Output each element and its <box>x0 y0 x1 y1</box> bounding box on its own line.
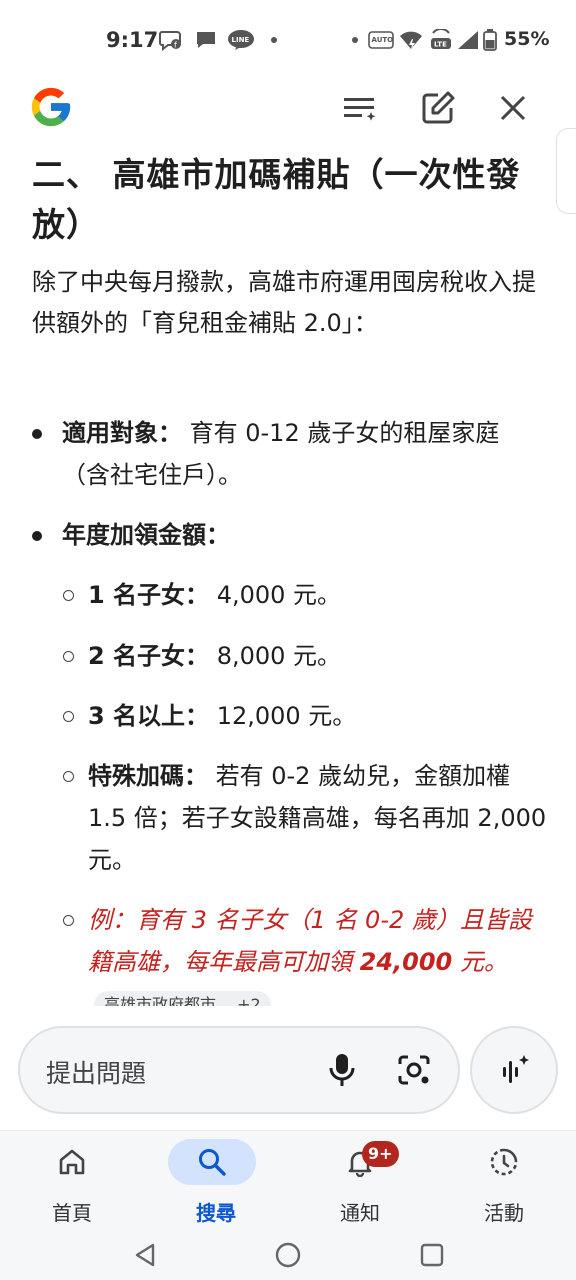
status-bar: 9:17 f LINE AUTO LTE 55% <box>0 0 576 80</box>
activity-icon <box>476 1139 532 1185</box>
ask-input[interactable]: 提出問題 <box>18 1026 460 1114</box>
svg-text:AUTO: AUTO <box>372 36 394 44</box>
sub-item-label: 特殊加碼： <box>88 762 208 790</box>
bullet-label: 年度加領金額： <box>62 521 230 549</box>
nav-label: 通知 <box>340 1201 380 1225</box>
notification-dot <box>271 37 277 43</box>
ask-placeholder: 提出問題 <box>46 1059 147 1088</box>
lens-camera-icon[interactable] <box>394 1050 434 1090</box>
mic-icon[interactable] <box>322 1050 362 1090</box>
nav-home[interactable]: 首頁 <box>12 1131 132 1235</box>
system-nav-bar <box>0 1234 576 1280</box>
live-voice-icon[interactable] <box>470 1026 558 1114</box>
nav-label: 活動 <box>484 1201 524 1225</box>
section-heading: 二、 高雄市加碼補貼（一次性發放） <box>32 155 521 244</box>
chat-bubble-icon <box>194 29 218 51</box>
chat-bubble-f-icon: f <box>158 29 184 51</box>
svg-text:f: f <box>174 41 177 50</box>
bullet-annual-amount: 年度加領金額： <box>32 514 540 556</box>
bullet-eligibility: 適用對象： 育有 0-12 歲子女的租屋家庭（含社宅住戶）。 <box>32 412 540 496</box>
line-app-icon: LINE <box>226 29 256 51</box>
back-icon[interactable] <box>128 1238 162 1272</box>
source-name: 高雄市政府都市… <box>104 995 233 1006</box>
svg-text:LINE: LINE <box>232 36 250 44</box>
sub-item-two-children: 2 名子女： 8,000 元。 <box>63 635 548 677</box>
sub-item-text: 8,000 元。 <box>209 642 342 670</box>
sub-item-label: 3 名以上： <box>88 702 210 730</box>
nav-label: 搜尋 <box>196 1201 236 1225</box>
source-count: +2 <box>237 995 261 1006</box>
nav-label: 首頁 <box>52 1201 92 1225</box>
answer-content: 二、 高雄市加碼補貼（一次性發放） 除了中央每月撥款，高雄市府運用囤房稅收入提供… <box>0 140 576 1006</box>
notification-badge: 9+ <box>362 1141 399 1167</box>
status-time: 9:17 <box>106 28 159 52</box>
sub-item-one-child: 1 名子女： 4,000 元。 <box>63 574 548 616</box>
home-icon <box>44 1139 100 1185</box>
example-amount: 24,000 <box>359 948 453 976</box>
close-icon[interactable] <box>493 88 533 128</box>
search-icon <box>168 1139 256 1185</box>
svg-text:LTE: LTE <box>434 41 447 49</box>
sub-item-label: 1 名子女： <box>88 581 210 609</box>
recents-icon[interactable] <box>415 1238 449 1272</box>
example-suffix: 元。 <box>452 948 508 976</box>
nav-activity[interactable]: 活動 <box>444 1131 564 1235</box>
indicator-dot <box>352 37 358 43</box>
google-g-logo[interactable] <box>28 84 74 130</box>
sub-item-three-plus: 3 名以上： 12,000 元。 <box>63 695 548 737</box>
history-icon[interactable] <box>340 88 380 128</box>
sub-item-special-bonus: 特殊加碼： 若有 0-2 歲幼兒，金額加權 1.5 倍；若子女設籍高雄，每名再加… <box>63 755 548 881</box>
auto-hd-icon: AUTO <box>368 29 394 51</box>
source-chip[interactable]: 高雄市政府都市… +2 <box>94 991 271 1006</box>
sub-item-text: 4,000 元。 <box>209 581 342 609</box>
bullet-label: 適用對象： <box>62 419 182 447</box>
signal-icon <box>456 29 480 51</box>
battery-percent: 55% <box>504 28 550 50</box>
home-button-icon[interactable] <box>271 1238 305 1272</box>
sub-item-label: 2 名子女： <box>88 642 210 670</box>
sub-item-example: 例：育有 3 名子女（1 名 0-2 歲）且皆設籍高雄，每年最高可加領 24,0… <box>63 899 548 1006</box>
top-bar <box>0 80 576 140</box>
intro-paragraph: 除了中央每月撥款，高雄市府運用囤房稅收入提供額外的「育兒租金補貼 2.0」： <box>32 268 536 337</box>
edit-icon[interactable] <box>418 88 458 128</box>
volte-lte-icon: LTE <box>428 29 454 51</box>
bottom-nav: 首頁 搜尋 9+ 通知 活動 <box>0 1130 576 1234</box>
sub-item-text: 12,000 元。 <box>209 702 357 730</box>
battery-icon <box>482 29 498 51</box>
nav-notifications[interactable]: 9+ 通知 <box>300 1131 420 1235</box>
wifi-icon <box>398 29 424 51</box>
nav-search[interactable]: 搜尋 <box>156 1131 276 1235</box>
